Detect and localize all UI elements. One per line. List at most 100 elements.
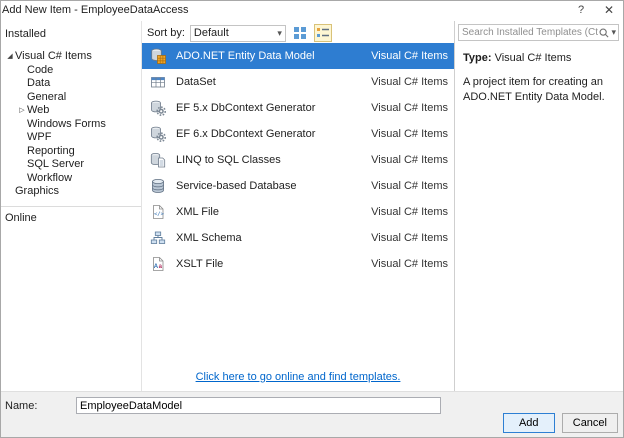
- template-row-ef5-dbcontext-generator[interactable]: EF 5.x DbContext Generator Visual C# Ite…: [142, 95, 454, 121]
- tree-item-label: Graphics: [15, 185, 60, 198]
- entity-data-model-icon: [150, 48, 168, 64]
- service-database-icon: [150, 178, 168, 194]
- tree-item-label: Data: [27, 77, 51, 90]
- list-view-button[interactable]: [313, 24, 332, 42]
- template-type: Visual C# Items: [371, 258, 448, 270]
- add-button[interactable]: Add: [502, 413, 555, 433]
- template-type: Visual C# Items: [371, 102, 448, 114]
- name-input[interactable]: [76, 397, 441, 414]
- template-type: Visual C# Items: [371, 180, 448, 192]
- tree-item-reporting[interactable]: Reporting: [1, 145, 141, 159]
- tree-item-sql-server[interactable]: SQL Server: [1, 158, 141, 172]
- template-details: Type: Visual C# Items A project item for…: [455, 43, 623, 105]
- tree-item-label: Reporting: [27, 144, 75, 157]
- add-new-item-dialog: Add New Item - EmployeeDataAccess ? ✕ In…: [0, 0, 624, 438]
- template-row-xml-schema[interactable]: XML Schema Visual C# Items: [142, 225, 454, 251]
- template-name: EF 5.x DbContext Generator: [176, 102, 316, 114]
- tree-item-general[interactable]: General: [1, 91, 141, 105]
- search-icon[interactable]: [598, 27, 610, 39]
- expanded-arrow-icon[interactable]: ◢: [5, 50, 15, 63]
- ef6-dbcontext-generator-icon: [150, 126, 168, 142]
- tree-item-label: General: [27, 90, 67, 103]
- title-bar: Add New Item - EmployeeDataAccess ? ✕: [1, 1, 623, 21]
- tree-item-label: Web: [27, 104, 50, 117]
- help-button[interactable]: ?: [569, 1, 593, 20]
- search-box[interactable]: ▾: [458, 24, 619, 41]
- tree-item-label: WPF: [27, 131, 52, 144]
- tree-item-label: Code: [27, 63, 54, 76]
- search-bar: ▾: [455, 21, 623, 43]
- tree-item-label: SQL Server: [27, 158, 85, 171]
- sort-by-dropdown[interactable]: Default ▾: [189, 24, 286, 42]
- online-header[interactable]: Online: [1, 210, 141, 226]
- template-type: Visual C# Items: [371, 206, 448, 218]
- svg-text:</>: </>: [154, 212, 165, 218]
- tree-item-data[interactable]: Data: [1, 77, 141, 91]
- template-name: LINQ to SQL Classes: [176, 154, 281, 166]
- template-name: DataSet: [176, 76, 216, 88]
- tree-item-visual-csharp-items[interactable]: ◢ Visual C# Items: [1, 50, 141, 64]
- divider: [1, 205, 141, 207]
- tree-item-label: Workflow: [27, 171, 73, 184]
- xml-schema-icon: [150, 230, 168, 246]
- template-type: Visual C# Items: [371, 154, 448, 166]
- category-tree: ◢ Visual C# Items Code Data General ▷ We…: [1, 50, 141, 199]
- type-label: Type:: [463, 52, 492, 64]
- template-name: EF 6.x DbContext Generator: [176, 128, 316, 140]
- collapsed-arrow-icon[interactable]: ▷: [17, 104, 27, 117]
- chevron-down-icon: ▾: [277, 27, 282, 38]
- dialog-body: Installed ◢ Visual C# Items Code Data Ge…: [1, 21, 623, 391]
- template-row-xml-file[interactable]: </> XML File Visual C# Items: [142, 199, 454, 225]
- template-name: Service-based Database: [176, 180, 297, 192]
- linq-to-sql-icon: [150, 152, 168, 168]
- ef5-dbcontext-generator-icon: [150, 100, 168, 116]
- template-type: Visual C# Items: [371, 50, 448, 62]
- template-name: ADO.NET Entity Data Model: [176, 50, 315, 62]
- template-description: A project item for creating an ADO.NET E…: [463, 75, 605, 103]
- button-group: Add Cancel: [502, 413, 618, 433]
- list-view-icon: [316, 28, 329, 37]
- type-value: Visual C# Items: [494, 52, 572, 64]
- template-row-linq-to-sql-classes[interactable]: LINQ to SQL Classes Visual C# Items: [142, 147, 454, 173]
- grid-view-icon: [293, 27, 306, 39]
- template-name: XML File: [176, 206, 219, 218]
- details-pane: ▾ Type: Visual C# Items A project item f…: [455, 21, 623, 391]
- xml-file-icon: </>: [150, 204, 168, 220]
- template-row-ef6-dbcontext-generator[interactable]: EF 6.x DbContext Generator Visual C# Ite…: [142, 121, 454, 147]
- sort-by-value: Default: [193, 27, 229, 39]
- template-type: Visual C# Items: [371, 128, 448, 140]
- template-pane: Sort by: Default ▾ ADO.NET Entity Data M…: [142, 21, 455, 391]
- name-label: Name:: [5, 400, 38, 412]
- installed-header[interactable]: Installed: [1, 26, 141, 42]
- close-button[interactable]: ✕: [597, 1, 621, 20]
- dialog-footer: Name: Add Cancel: [1, 391, 623, 437]
- dialog-title: Add New Item - EmployeeDataAccess: [2, 4, 189, 16]
- sort-by-label: Sort by:: [147, 27, 185, 39]
- template-name: XML Schema: [176, 232, 242, 244]
- search-input[interactable]: [462, 27, 599, 38]
- search-dropdown-icon[interactable]: ▾: [611, 27, 616, 38]
- tree-item-label: Visual C# Items: [15, 50, 92, 63]
- tree-item-wpf[interactable]: WPF: [1, 131, 141, 145]
- template-row-dataset[interactable]: DataSet Visual C# Items: [142, 69, 454, 95]
- template-row-xslt-file[interactable]: A a XSLT File Visual C# Items: [142, 251, 454, 277]
- tree-item-label: Windows Forms: [27, 117, 106, 130]
- tree-item-windows-forms[interactable]: Windows Forms: [1, 118, 141, 132]
- tree-item-graphics[interactable]: Graphics: [1, 185, 141, 199]
- small-icons-view-button[interactable]: [291, 24, 309, 42]
- tree-item-web[interactable]: ▷ Web: [1, 104, 141, 118]
- template-list: ADO.NET Entity Data Model Visual C# Item…: [142, 43, 454, 391]
- category-pane: Installed ◢ Visual C# Items Code Data Ge…: [1, 21, 142, 391]
- template-row-ado-net-entity-data-model[interactable]: ADO.NET Entity Data Model Visual C# Item…: [142, 43, 454, 69]
- template-type: Visual C# Items: [371, 232, 448, 244]
- tree-item-workflow[interactable]: Workflow: [1, 172, 141, 186]
- sort-toolbar: Sort by: Default ▾: [142, 21, 454, 43]
- cancel-button[interactable]: Cancel: [561, 413, 618, 433]
- template-type: Visual C# Items: [371, 76, 448, 88]
- go-online-link[interactable]: Click here to go online and find templat…: [142, 371, 454, 383]
- dataset-icon: [150, 74, 168, 90]
- tree-item-code[interactable]: Code: [1, 64, 141, 78]
- template-row-service-based-database[interactable]: Service-based Database Visual C# Items: [142, 173, 454, 199]
- xslt-file-icon: A a: [150, 256, 168, 272]
- template-name: XSLT File: [176, 258, 224, 270]
